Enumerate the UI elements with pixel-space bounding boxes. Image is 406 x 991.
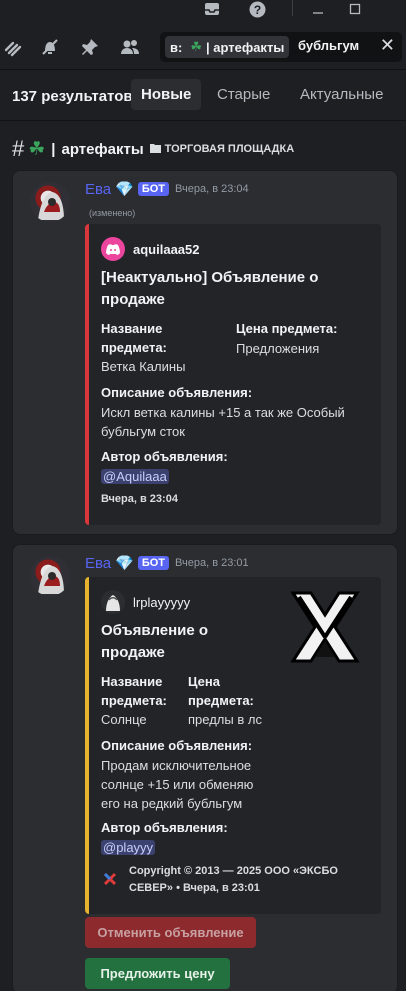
message-timestamp[interactable]: Вчера, в 23:04 (175, 183, 249, 195)
search-result-message[interactable]: Ева 💎 БОТ Вчера, в 23:04 (изменено) aqui… (12, 170, 398, 535)
avatar[interactable] (30, 556, 70, 596)
message-header: Ева 💎 БОТ Вчера, в 23:01 (85, 554, 249, 573)
maximize-icon[interactable] (343, 0, 367, 18)
field-name: Название предмета: (101, 674, 167, 708)
mute-icon[interactable] (37, 34, 63, 60)
channel-header[interactable]: # ☘ | артефакты ТОРГОВАЯ ПЛОЩАДКА (12, 136, 295, 161)
window-titlebar: ? (0, 0, 406, 22)
titlebar-divider (292, 0, 293, 16)
minimize-icon[interactable] (306, 0, 330, 18)
search-filter-chip[interactable]: в: ☘ | артефакты (165, 36, 289, 58)
author-name[interactable]: Ева (85, 181, 111, 198)
tab-oldest[interactable]: Старые (207, 79, 280, 110)
svg-text:?: ? (253, 3, 260, 17)
threads-icon[interactable] (0, 34, 26, 60)
hash-icon: # (12, 136, 25, 161)
tab-relevant[interactable]: Актуальные (290, 79, 393, 110)
message-header: Ева 💎 БОТ Вчера, в 23:04 (85, 180, 249, 199)
clover-icon: ☘ (190, 39, 202, 54)
inbox-icon[interactable] (200, 0, 224, 18)
exbo-icon (103, 872, 117, 891)
field-name: Автор объявления: (101, 820, 228, 835)
avatar[interactable] (30, 182, 70, 222)
search-results-header: 137 результатов Новые Старые Актуальные (0, 71, 406, 121)
author-avatar-icon (101, 590, 125, 614)
results-count: 137 результатов (12, 88, 133, 105)
offer-price-button[interactable]: Предложить цену (85, 958, 230, 989)
field-name: Описание объявления: (101, 738, 253, 753)
bot-badge: БОТ (137, 556, 170, 570)
field-value: @Aquilaaa (101, 467, 169, 486)
channel-toolbar: в: ☘ | артефакты бубльгум ✕ (0, 22, 406, 70)
field-value: Солнце (101, 712, 147, 727)
embed-title: [Неактуально] Объявление о продаже (101, 269, 319, 308)
edited-label: (изменено) (89, 208, 136, 218)
members-icon[interactable] (117, 34, 143, 60)
field-name: Цена предмета: (236, 321, 338, 336)
field-name: Описание объявления: (101, 385, 253, 400)
bot-badge: БОТ (137, 182, 170, 196)
user-mention[interactable]: @playyy (101, 840, 156, 855)
gem-icon: 💎 (115, 555, 134, 572)
search-bar[interactable]: в: ☘ | артефакты бубльгум ✕ (160, 32, 402, 62)
embed: aquilaaa52 [Неактуально] Объявление о пр… (85, 224, 381, 525)
field-name: Название предмета: (101, 321, 167, 355)
cancel-listing-button[interactable]: Отменить объявление (85, 917, 256, 948)
field-value: Ветка Калины (101, 359, 186, 374)
embed-footer: Copyright © 2013 — 2025 ООО «ЭКСБО СЕВЕР… (129, 865, 338, 894)
field-value: предлы в лс (188, 712, 262, 727)
author-name[interactable]: Ева (85, 555, 111, 572)
embed-title: Объявление о продаже (101, 622, 209, 661)
field-name: Автор объявления: (101, 449, 228, 464)
help-icon[interactable]: ? (245, 0, 269, 18)
field-value: Предложения (236, 341, 320, 356)
channel-separator: | (51, 140, 56, 158)
field-value: Искл ветка калины +15 а так же Особый бу… (101, 405, 345, 439)
embed-author: aquilaaa52 (101, 237, 200, 261)
embed-author: lrplayyyyy (101, 590, 190, 614)
clover-icon: ☘ (28, 138, 46, 160)
field-value: @playyy (101, 838, 156, 857)
user-mention[interactable]: @Aquilaaa (101, 469, 169, 484)
embed-footer: Вчера, в 23:04 (101, 493, 178, 505)
gem-icon: 💎 (115, 181, 134, 198)
message-timestamp[interactable]: Вчера, в 23:01 (175, 557, 249, 569)
folder-icon (149, 142, 161, 156)
discord-icon (101, 237, 125, 261)
embed-accent-bar (85, 224, 89, 525)
embed-author-name[interactable]: lrplayyyyy (133, 595, 190, 610)
embed: lrplayyyyy Объявление о продаже Название… (85, 577, 381, 914)
chip-prefix: в: (170, 39, 183, 55)
channel-name: артефакты (61, 140, 144, 158)
search-query[interactable]: бубльгум (298, 38, 359, 53)
embed-author-name[interactable]: aquilaaa52 (133, 242, 200, 257)
field-value: Продам исключительное солнце +15 или обм… (101, 758, 254, 811)
embed-thumbnail[interactable] (285, 587, 365, 667)
pin-icon[interactable] (77, 34, 103, 60)
tab-newest[interactable]: Новые (131, 79, 202, 110)
embed-accent-bar (85, 577, 89, 914)
close-icon[interactable]: ✕ (380, 35, 395, 56)
channel-category: ТОРГОВАЯ ПЛОЩАДКА (164, 143, 295, 155)
field-name: Цена предмета: (188, 674, 254, 708)
chip-channel: | артефакты (205, 39, 285, 55)
